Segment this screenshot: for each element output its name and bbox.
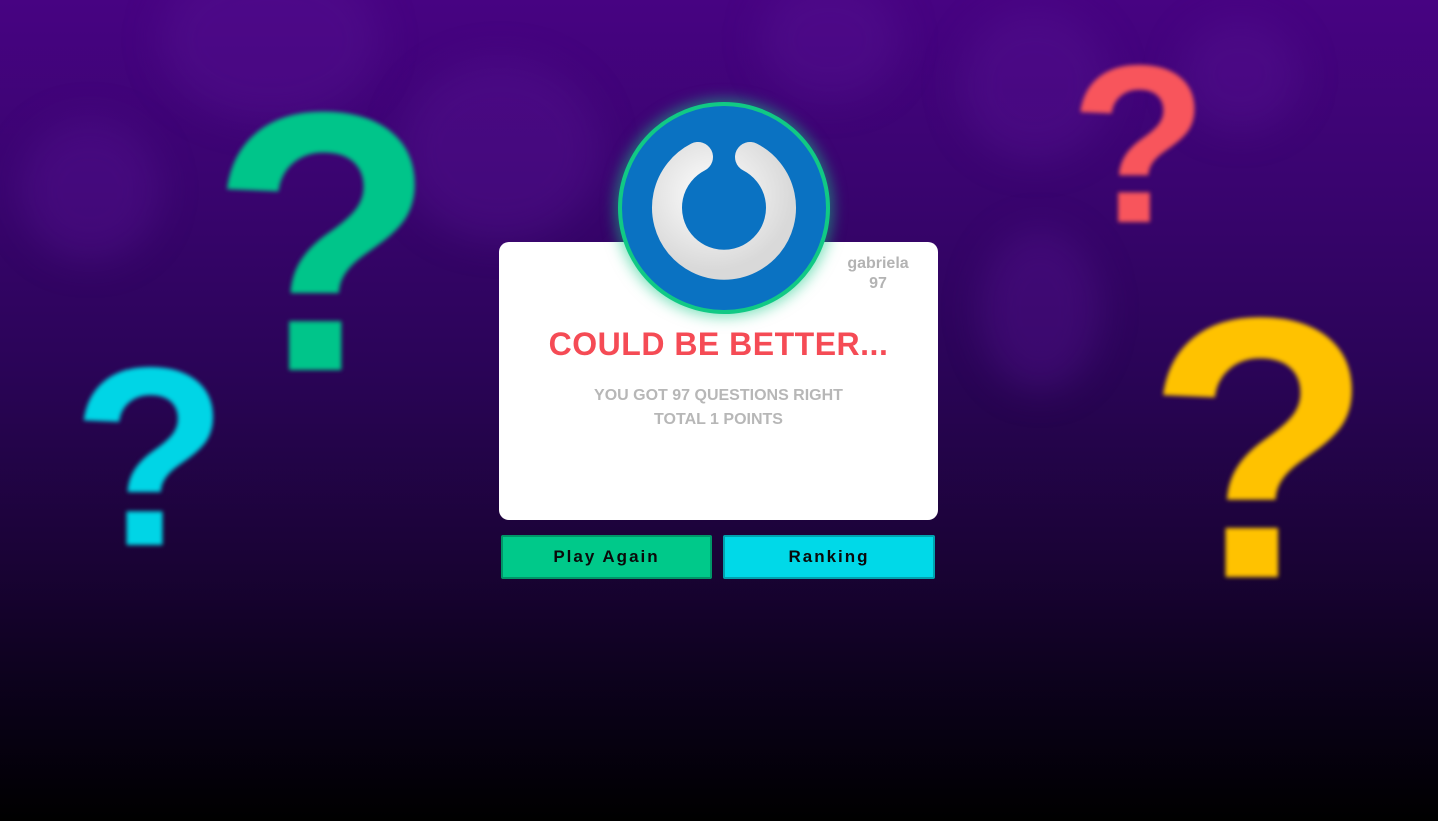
username: gabriela: [847, 255, 909, 272]
result-stats: YOU GOT 97 QUESTIONS RIGHT TOTAL 1 POINT…: [499, 384, 938, 432]
background-blob: [760, 0, 900, 100]
ranking-button[interactable]: Ranking: [723, 535, 935, 579]
user-info: gabriela 97: [840, 254, 916, 294]
app-logo: [618, 102, 830, 314]
result-headline: COULD BE BETTER...: [548, 326, 889, 362]
power-icon: [652, 142, 796, 280]
question-mark-green-icon: ?: [210, 36, 437, 449]
user-score: 97: [869, 275, 887, 292]
question-mark-yellow-icon: ?: [1146, 240, 1374, 656]
play-again-button[interactable]: Play Again: [501, 535, 712, 579]
total-points-text: TOTAL 1 POINTS: [654, 411, 783, 428]
questions-right-text: YOU GOT 97 QUESTIONS RIGHT: [594, 387, 843, 404]
background-blob: [20, 120, 160, 260]
question-mark-red-icon: ?: [1070, 18, 1208, 270]
question-mark-cyan-icon: ?: [72, 315, 228, 600]
